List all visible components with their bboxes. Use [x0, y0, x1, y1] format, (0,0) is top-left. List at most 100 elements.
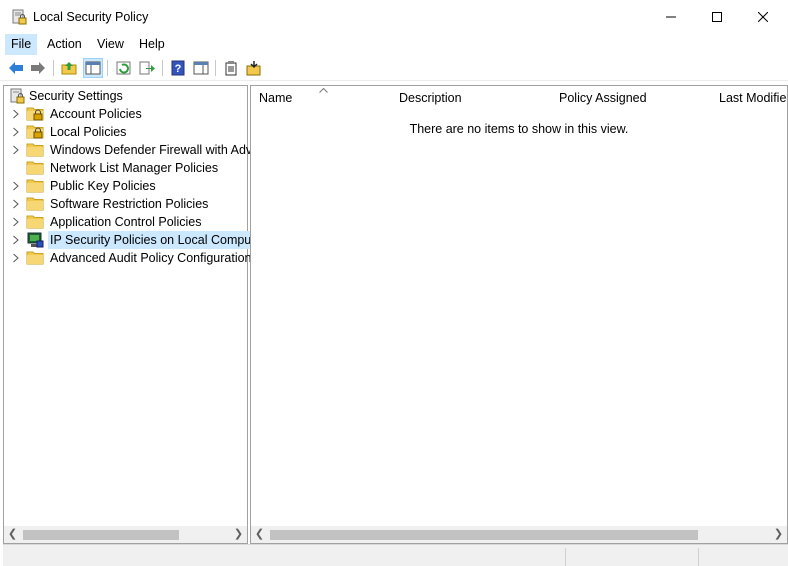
toolbar-separator: [107, 60, 108, 76]
toolbar-separator: [53, 60, 54, 76]
scroll-left-icon[interactable]: ❮: [251, 526, 268, 543]
show-hide-tree-icon: [85, 61, 101, 75]
export-list-button[interactable]: [138, 59, 156, 77]
tree-item-label: Software Restriction Policies: [50, 197, 209, 211]
menu-action[interactable]: Action: [41, 34, 88, 55]
folder-lock-icon: [26, 106, 44, 122]
tree-item-label: Application Control Policies: [50, 215, 202, 229]
chevron-right-icon[interactable]: [12, 141, 22, 160]
empty-list-message: There are no items to show in this view.: [409, 122, 629, 136]
refresh-button[interactable]: [115, 59, 133, 77]
folder-icon: [26, 214, 44, 230]
tree-item[interactable]: Network List Manager Policies: [4, 159, 247, 177]
tree-item-label: Windows Defender Firewall with Adva: [50, 143, 260, 157]
tree-item[interactable]: IP Security Policies on Local Compute: [4, 231, 264, 250]
column-header-name[interactable]: Name: [251, 86, 392, 111]
menu-bar: File Action View Help: [0, 34, 788, 55]
chevron-right-icon[interactable]: [12, 195, 22, 214]
tree-item[interactable]: Account Policies: [4, 105, 247, 123]
tree-item[interactable]: Software Restriction Policies: [4, 195, 247, 213]
ip-security-icon: [26, 232, 44, 248]
minimize-icon: [666, 16, 676, 18]
properties-button[interactable]: [222, 59, 240, 77]
tree-item[interactable]: Application Control Policies: [4, 213, 247, 231]
security-policy-app-icon: [12, 9, 27, 25]
help-button[interactable]: ?: [169, 59, 187, 77]
menu-view[interactable]: View: [91, 34, 130, 55]
tree-item-label: Local Policies: [50, 125, 127, 139]
refresh-icon: [116, 61, 131, 75]
console-tree-pane: Security Settings Account Policies Local …: [3, 85, 264, 544]
maximize-button[interactable]: [694, 0, 740, 34]
title-bar: Local Security Policy: [0, 0, 788, 34]
action-pane-icon: [193, 61, 209, 75]
folder-icon: [26, 178, 44, 194]
scrollbar-thumb[interactable]: [23, 530, 179, 540]
chevron-right-icon[interactable]: [12, 177, 22, 196]
column-name-label: Name: [259, 91, 293, 105]
details-pane: Name Description Policy Assigned Last Mo…: [250, 85, 788, 544]
column-policy-assigned-label: Policy Assigned: [559, 91, 647, 105]
folder-icon: [26, 250, 44, 266]
chevron-right-icon[interactable]: [12, 123, 22, 142]
back-button[interactable]: [7, 59, 25, 77]
scrollbar-thumb[interactable]: [270, 530, 698, 540]
tree-item[interactable]: Windows Defender Firewall with Adva: [4, 141, 259, 160]
toolbar-separator: [162, 60, 163, 76]
up-one-level-button[interactable]: [60, 59, 78, 77]
tree-item-label: IP Security Policies on Local Compute: [48, 231, 264, 249]
forward-arrow-icon: [31, 62, 45, 74]
minimize-button[interactable]: [648, 0, 694, 34]
list-header: Name Description Policy Assigned Last Mo…: [251, 86, 787, 111]
folder-icon: [26, 196, 44, 212]
scroll-right-icon[interactable]: ❯: [230, 526, 247, 543]
column-header-policy-assigned[interactable]: Policy Assigned: [551, 86, 712, 111]
scroll-right-icon[interactable]: ❯: [770, 526, 787, 543]
export-list-icon: [139, 61, 155, 75]
maximize-icon: [712, 12, 722, 22]
up-folder-icon: [61, 62, 77, 75]
show-hide-console-tree-button[interactable]: [83, 58, 103, 78]
close-button[interactable]: [740, 0, 786, 34]
chevron-right-icon[interactable]: [12, 105, 22, 124]
status-separator: [698, 548, 699, 566]
toolbar-separator: [215, 60, 216, 76]
list-horizontal-scrollbar[interactable]: ❮ ❯: [251, 526, 787, 543]
tree-item-label: Public Key Policies: [50, 179, 156, 193]
tree-item-label: Advanced Audit Policy Configuration: [50, 251, 252, 265]
tree-item[interactable]: Local Policies: [4, 123, 247, 141]
menu-file[interactable]: File: [5, 34, 38, 55]
tree-root-security-settings[interactable]: Security Settings: [4, 87, 247, 105]
tree-item-label: Network List Manager Policies: [50, 161, 219, 175]
close-icon: [758, 12, 768, 22]
column-last-modified-label: Last Modified: [719, 91, 787, 105]
status-bar: [3, 544, 788, 566]
svg-text:?: ?: [175, 63, 182, 75]
scroll-left-icon[interactable]: ❮: [4, 526, 21, 543]
chevron-right-icon[interactable]: [12, 213, 22, 232]
folder-icon: [26, 142, 44, 158]
tree-root-label: Security Settings: [29, 89, 123, 103]
column-description-label: Description: [399, 91, 462, 105]
back-arrow-icon: [9, 62, 23, 74]
help-icon: ?: [171, 60, 185, 76]
tree-item[interactable]: Public Key Policies: [4, 177, 247, 195]
chevron-right-icon[interactable]: [12, 249, 22, 268]
status-separator: [565, 548, 566, 566]
folder-icon: [26, 160, 44, 176]
column-header-last-modified[interactable]: Last Modified: [711, 86, 787, 111]
import-policy-button[interactable]: [245, 59, 263, 77]
forward-button[interactable]: [29, 59, 47, 77]
tree-horizontal-scrollbar[interactable]: ❮ ❯: [4, 526, 247, 543]
tree-item[interactable]: Advanced Audit Policy Configuration: [4, 249, 252, 268]
toolbar: ?: [0, 56, 788, 81]
show-hide-action-pane-button[interactable]: [192, 59, 210, 77]
properties-icon: [225, 61, 237, 76]
menu-help[interactable]: Help: [133, 34, 171, 55]
folder-lock-icon: [26, 124, 44, 140]
tree-item-label: Account Policies: [50, 107, 142, 121]
column-header-description[interactable]: Description: [391, 86, 552, 111]
sort-ascending-icon: [319, 88, 328, 93]
chevron-right-icon[interactable]: [12, 231, 22, 250]
import-policy-icon: [246, 61, 261, 76]
